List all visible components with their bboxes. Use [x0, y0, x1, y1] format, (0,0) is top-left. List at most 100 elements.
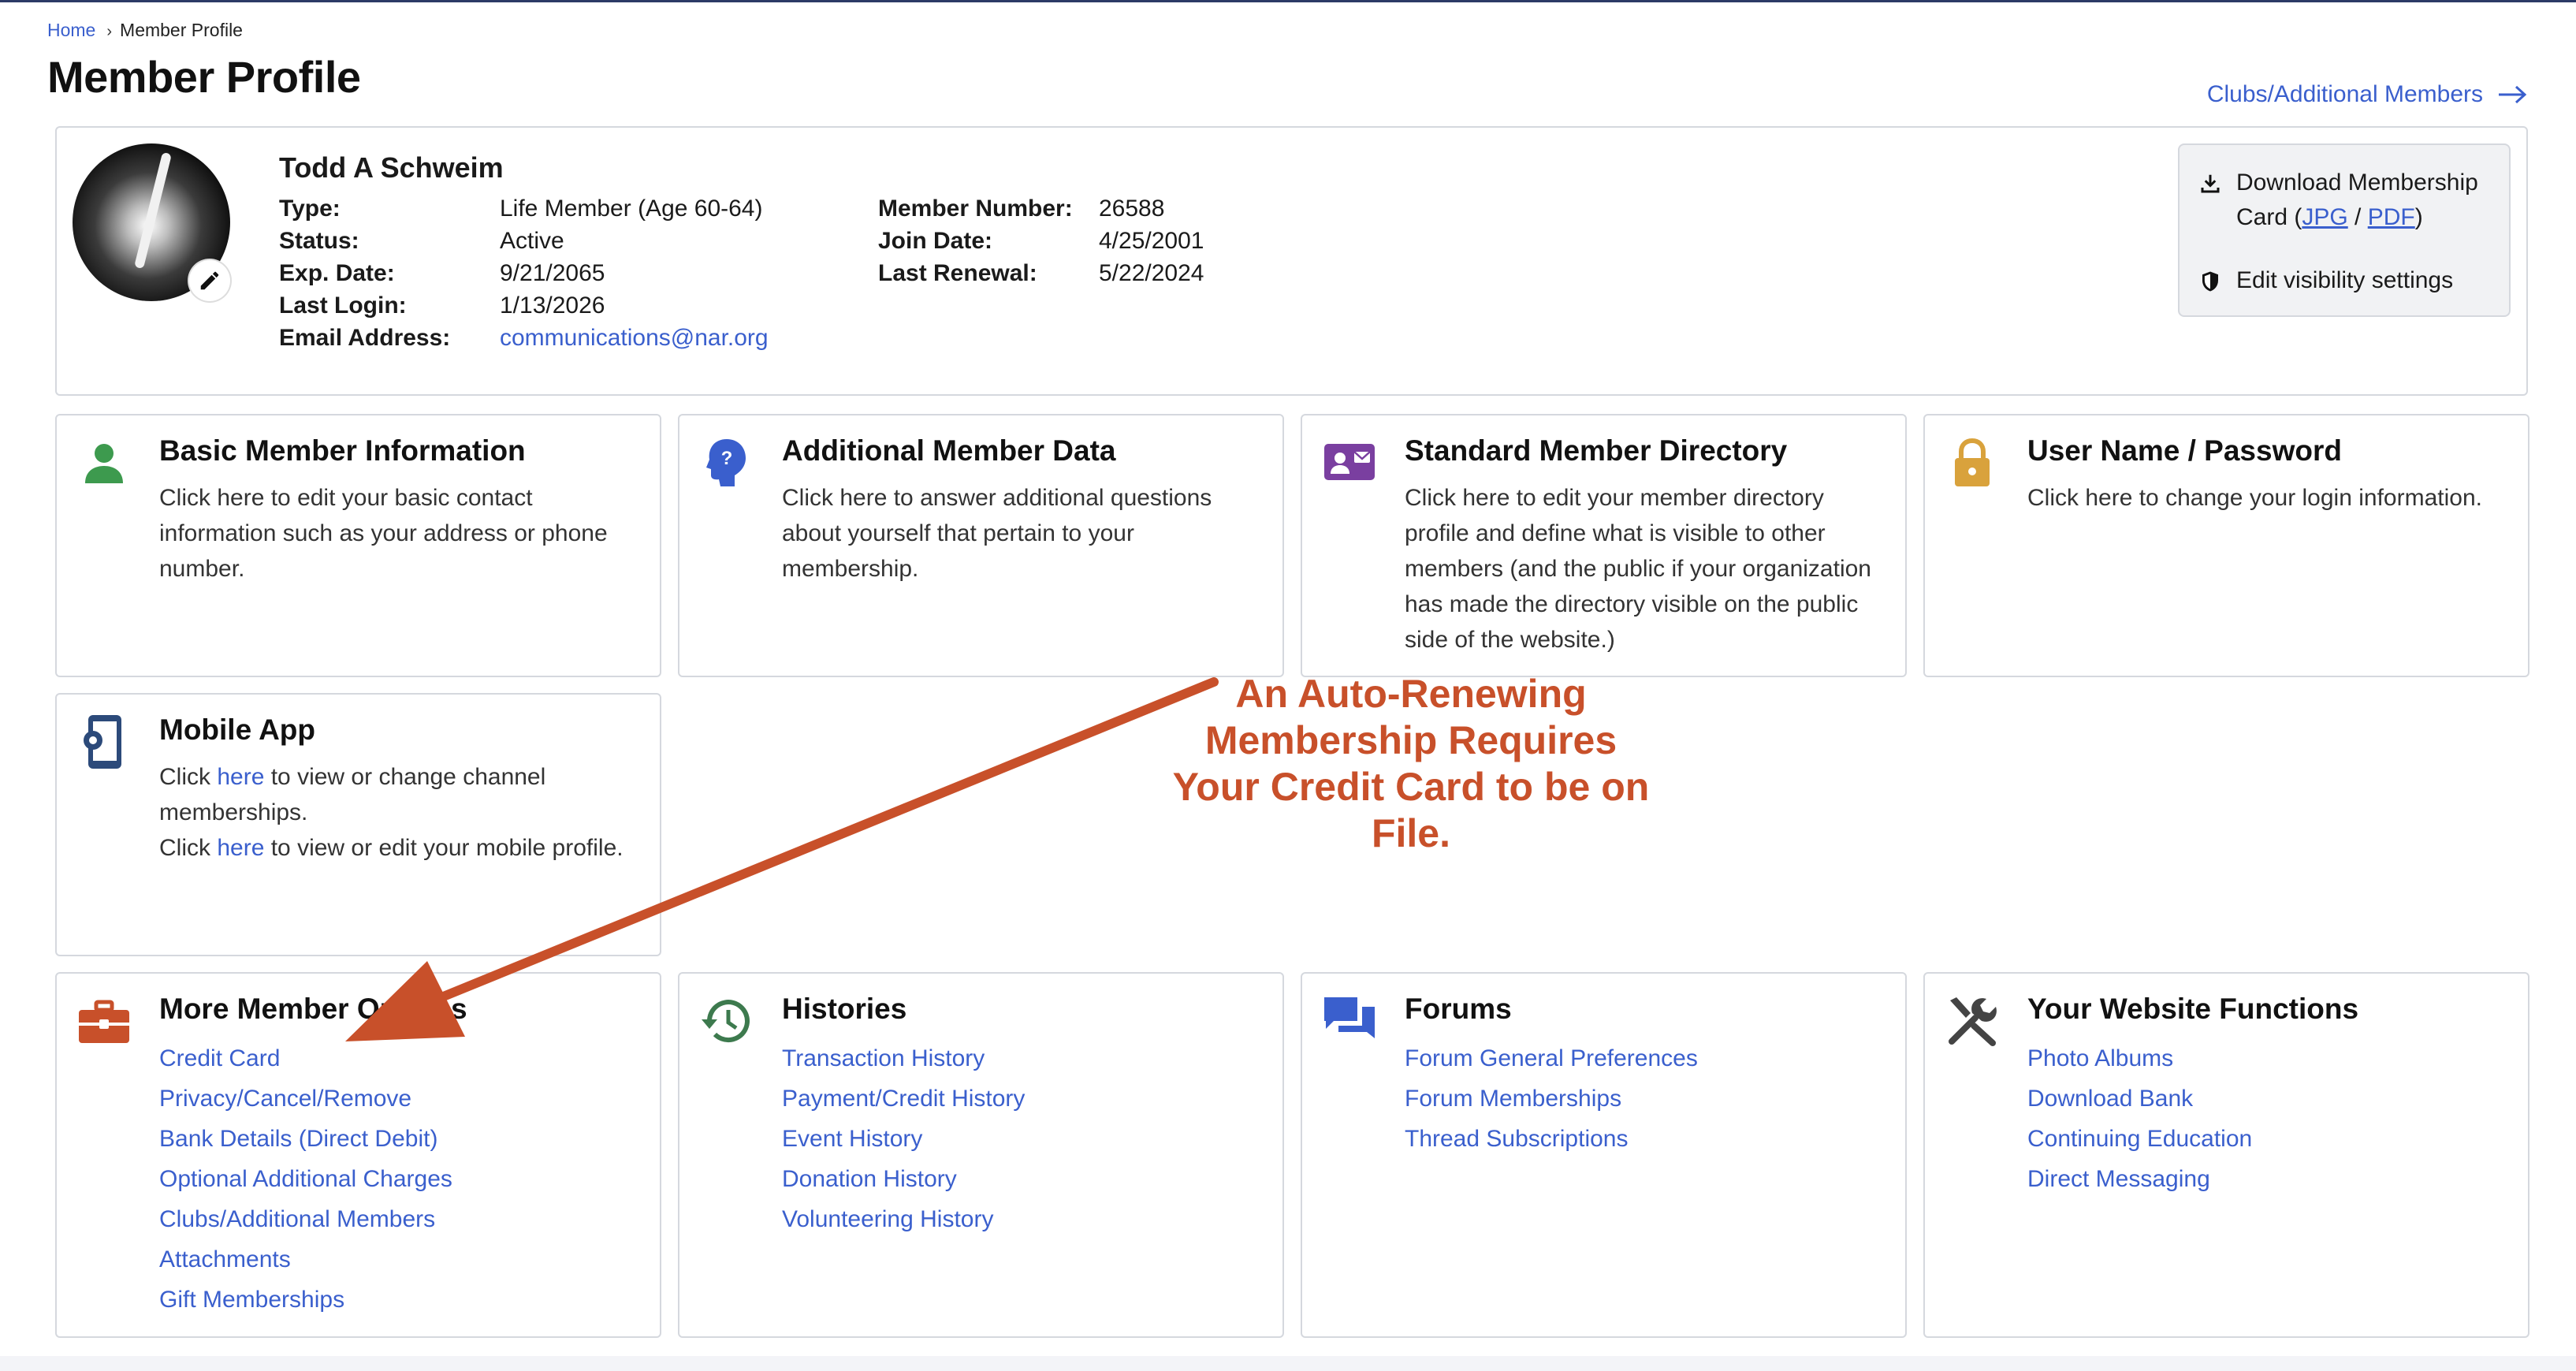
field-last-renewal: Last Renewal: 5/22/2024 [878, 257, 1204, 289]
annotation-text: An Auto-Renewing Membership Requires You… [1172, 672, 1650, 855]
field-label: Email Address: [279, 325, 451, 351]
pencil-icon [200, 271, 219, 290]
breadcrumb-home-link[interactable]: Home [47, 20, 95, 40]
field-value: 26588 [1099, 196, 1165, 222]
privacy-cancel-remove-link[interactable]: Privacy/Cancel/Remove [159, 1079, 452, 1119]
field-email: Email Address: communications@nar.org [279, 322, 769, 354]
field-label: Last Renewal: [878, 260, 1037, 286]
field-label: Last Login: [279, 292, 407, 319]
transaction-history-link[interactable]: Transaction History [782, 1038, 1025, 1079]
field-join-date: Join Date: 4/25/2001 [878, 225, 1204, 257]
edit-visibility-label: Edit visibility settings [2236, 267, 2454, 293]
clubs-additional-members-link[interactable]: Clubs/Additional Members [2207, 81, 2527, 108]
card-user-name-password[interactable]: User Name / Password Click here to chang… [1923, 414, 2529, 677]
mobile-line1-pre: Click [159, 764, 218, 790]
bank-details-link[interactable]: Bank Details (Direct Debit) [159, 1119, 452, 1159]
field-label: Member Number: [878, 196, 1073, 222]
download-membership-card: Download Membership Card (JPG / PDF) [2198, 166, 2478, 235]
field-type: Type: Life Member (Age 60-64) [279, 192, 763, 225]
field-exp-date: Exp. Date: 9/21/2065 [279, 257, 605, 289]
volunteering-history-link[interactable]: Volunteering History [782, 1199, 1025, 1239]
download-bank-link[interactable]: Download Bank [2027, 1079, 2252, 1119]
forum-general-preferences-link[interactable]: Forum General Preferences [1405, 1038, 1698, 1079]
card-title: User Name / Password [2027, 434, 2342, 467]
card-title: Forums [1405, 993, 1512, 1025]
field-value: Life Member (Age 60-64) [500, 196, 763, 222]
breadcrumb: Home › Member Profile [47, 20, 243, 41]
mobile-line2-pre: Click [159, 835, 218, 861]
histories-links: Transaction History Payment/Credit Histo… [782, 1038, 1025, 1239]
attachments-link[interactable]: Attachments [159, 1239, 452, 1280]
download-pdf-link[interactable]: PDF [2368, 204, 2415, 230]
card-description: Click here to edit your member directory… [1405, 485, 1871, 653]
download-card-text: Card ( [2236, 204, 2302, 230]
card-standard-member-directory[interactable]: Standard Member Directory Click here to … [1301, 414, 1907, 677]
mobile-gear-icon [84, 715, 121, 769]
card-title: Standard Member Directory [1405, 434, 1788, 467]
person-icon [85, 444, 123, 483]
question-head-icon: ? [706, 439, 746, 486]
thread-subscriptions-link[interactable]: Thread Subscriptions [1405, 1119, 1698, 1159]
field-label: Status: [279, 228, 359, 254]
contact-card-icon [1324, 444, 1375, 480]
field-label: Join Date: [878, 228, 993, 254]
card-more-member-options: More Member Options Credit Card Privacy/… [55, 972, 661, 1338]
donation-history-link[interactable]: Donation History [782, 1159, 1025, 1199]
field-value: 9/21/2065 [500, 260, 605, 286]
download-icon [2201, 174, 2220, 193]
membership-actions-box: Download Membership Card (JPG / PDF) Edi… [2178, 143, 2511, 317]
field-status: Status: Active [279, 225, 564, 257]
card-description: Click here to change your login informat… [2027, 485, 2482, 511]
card-description: Click here to answer additional question… [782, 485, 1212, 582]
shield-icon [2202, 271, 2218, 292]
channel-memberships-link[interactable]: here [217, 764, 264, 790]
field-member-number: Member Number: 26588 [878, 192, 1164, 225]
edit-visibility-settings-button[interactable]: Edit visibility settings [2198, 263, 2453, 298]
website-functions-links: Photo Albums Download Bank Continuing Ed… [2027, 1038, 2252, 1199]
history-icon [702, 1000, 750, 1043]
card-title: More Member Options [159, 993, 467, 1025]
chat-bubbles-icon [1324, 997, 1375, 1038]
field-value: 5/22/2024 [1099, 260, 1204, 286]
clubs-additional-members-label: Clubs/Additional Members [2206, 81, 2483, 107]
card-title: Mobile App [159, 713, 315, 746]
photo-albums-link[interactable]: Photo Albums [2027, 1038, 2252, 1079]
field-value: 1/13/2026 [500, 292, 605, 319]
mobile-line2-post: to view or edit your mobile profile. [264, 835, 624, 861]
edit-photo-button[interactable] [189, 260, 230, 301]
field-label: Type: [279, 196, 341, 222]
tools-icon [1949, 997, 1997, 1046]
forum-memberships-link[interactable]: Forum Memberships [1405, 1079, 1698, 1119]
field-value: Active [500, 228, 564, 254]
direct-messaging-link[interactable]: Direct Messaging [2027, 1159, 2252, 1199]
card-title: Basic Member Information [159, 434, 526, 467]
field-label: Exp. Date: [279, 260, 395, 286]
forums-links: Forum General Preferences Forum Membersh… [1405, 1038, 1698, 1159]
download-close-paren: ) [2414, 204, 2423, 230]
card-description: Click here to view or change channel mem… [159, 759, 644, 866]
page: Home › Member Profile Member Profile Clubs… [0, 0, 2576, 1356]
continuing-education-link[interactable]: Continuing Education [2027, 1119, 2252, 1159]
mobile-profile-link[interactable]: here [217, 835, 264, 861]
field-value: 4/25/2001 [1099, 228, 1204, 254]
clubs-additional-members-option-link[interactable]: Clubs/Additional Members [159, 1199, 452, 1239]
gift-memberships-link[interactable]: Gift Memberships [159, 1280, 452, 1320]
more-member-options-links: Credit Card Privacy/Cancel/Remove Bank D… [159, 1038, 452, 1320]
email-link[interactable]: communications@nar.org [500, 325, 769, 351]
card-description: Click here to edit your basic contact in… [159, 485, 608, 582]
payment-credit-history-link[interactable]: Payment/Credit History [782, 1079, 1025, 1119]
download-jpg-link[interactable]: JPG [2302, 204, 2347, 230]
event-history-link[interactable]: Event History [782, 1119, 1025, 1159]
download-slash: / [2347, 204, 2368, 230]
card-basic-member-information[interactable]: Basic Member Information Click here to e… [55, 414, 661, 677]
member-profile-panel: Todd A Schweim Type: Life Member (Age 60-… [55, 126, 2528, 396]
lock-icon [1955, 438, 1990, 486]
briefcase-icon [79, 1000, 129, 1043]
arrow-right-icon [2499, 85, 2527, 104]
optional-additional-charges-link[interactable]: Optional Additional Charges [159, 1159, 452, 1199]
credit-card-link[interactable]: Credit Card [159, 1038, 452, 1079]
member-name: Todd A Schweim [279, 151, 504, 184]
card-additional-member-data[interactable]: ? Additional Member Data Click here to a… [678, 414, 1284, 677]
card-mobile-app[interactable]: Mobile App Click here to view or change … [55, 693, 661, 956]
breadcrumb-separator: › [106, 23, 113, 40]
